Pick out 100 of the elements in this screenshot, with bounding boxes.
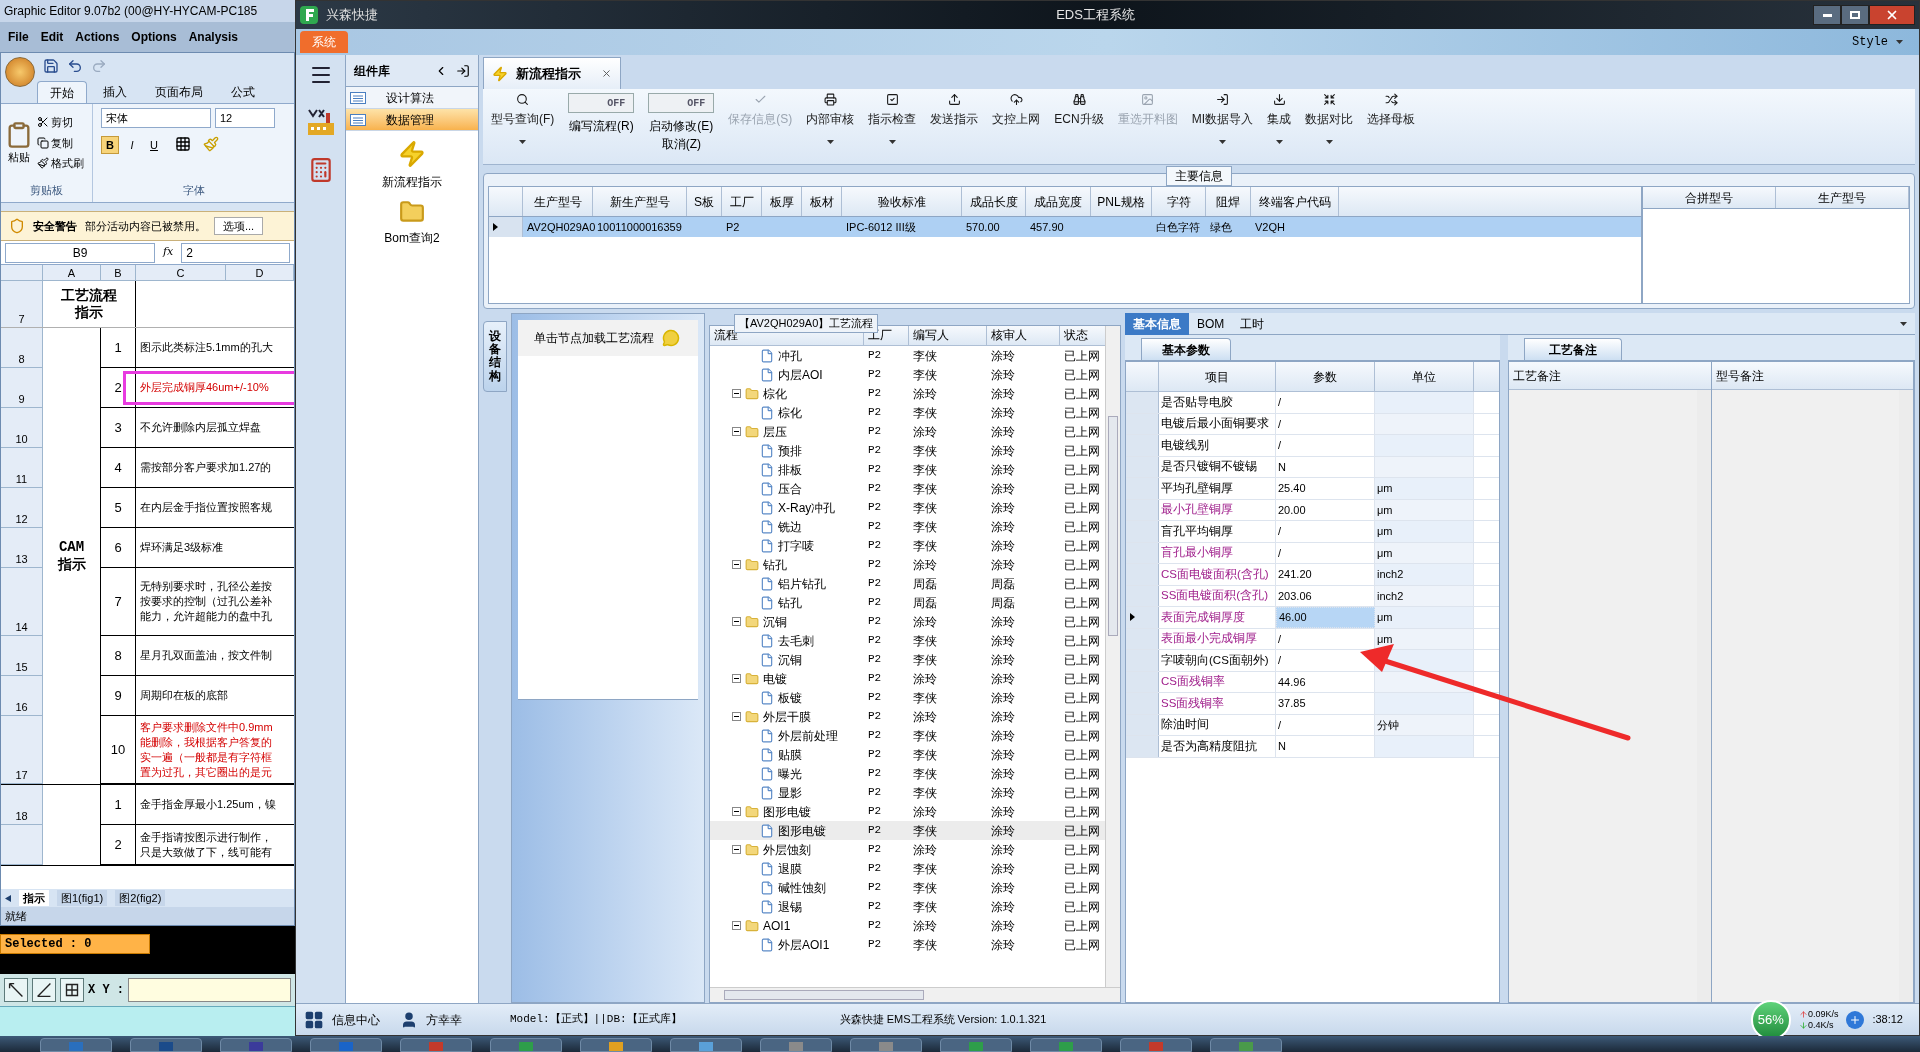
- format-painter-button[interactable]: 格式刷: [37, 155, 84, 172]
- menu-item[interactable]: Options: [131, 28, 177, 46]
- close-button[interactable]: [1869, 5, 1915, 25]
- toggle-switch[interactable]: OFF: [568, 93, 635, 113]
- table-row[interactable]: SS面残铜率 37.85: [1126, 693, 1499, 715]
- minus-box-icon[interactable]: [732, 712, 741, 721]
- toolbar-button[interactable]: 发送指示: [926, 93, 983, 128]
- panel-tab[interactable]: 基本参数: [1141, 338, 1231, 360]
- table-row[interactable]: CS面电镀面积(含孔) 241.20 inch2: [1126, 564, 1499, 586]
- copy-button[interactable]: 复制: [37, 134, 84, 151]
- angle-icon[interactable]: [32, 978, 56, 1002]
- minus-box-icon[interactable]: [732, 427, 741, 436]
- tree-row[interactable]: 打字唛 P2 李侠 涂玲 已上网: [710, 536, 1105, 555]
- tree-row[interactable]: 预排 P2 李侠 涂玲 已上网: [710, 441, 1105, 460]
- table-row[interactable]: 电镀线别 /: [1126, 435, 1499, 457]
- component-item[interactable]: 数据管理: [346, 109, 478, 131]
- table-row[interactable]: AV2QH029A0 10011000016359 P2 IPC-6012 III级 570.00 457.90 白色字符 绿色 V2QH: [489, 217, 1641, 237]
- table-row[interactable]: CS面残铜率 44.96: [1126, 671, 1499, 693]
- style-menu[interactable]: Style: [1852, 33, 1919, 51]
- tree-row[interactable]: 棕化 P2 李侠 涂玲 已上网: [710, 403, 1105, 422]
- taskbar-app-icon[interactable]: [580, 1038, 652, 1052]
- tree-row[interactable]: 去毛刺 P2 李侠 涂玲 已上网: [710, 631, 1105, 650]
- undo-icon[interactable]: [67, 58, 83, 74]
- tree-row[interactable]: 钻孔 P2 涂玲 涂玲 已上网: [710, 555, 1105, 574]
- tree-row[interactable]: 钻孔 P2 周磊 周磊 已上网: [710, 593, 1105, 612]
- table-row[interactable]: 盲孔最小铜厚 / μm: [1126, 542, 1499, 564]
- tree-row[interactable]: 压合 P2 李侠 涂玲 已上网: [710, 479, 1105, 498]
- toolbar-button[interactable]: 数据对比: [1301, 93, 1357, 144]
- fill-color-icon[interactable]: [203, 136, 219, 152]
- table-row[interactable]: 除油时间 / 分钟: [1126, 714, 1499, 736]
- taskbar-app-icon[interactable]: [130, 1038, 202, 1052]
- table-row[interactable]: 表面最小完成铜厚 / μm: [1126, 628, 1499, 650]
- sheet-tab[interactable]: 图1(fig1): [57, 889, 108, 907]
- minus-box-icon[interactable]: [732, 845, 741, 854]
- taskbar-app-icon[interactable]: [220, 1038, 292, 1052]
- office-button[interactable]: [5, 57, 35, 87]
- table-row[interactable]: 电镀后最小面铜要求 /: [1126, 413, 1499, 435]
- side-tab[interactable]: 设备结构: [483, 321, 507, 392]
- sheet-tab[interactable]: 图2(fig2): [115, 889, 166, 907]
- tree-row[interactable]: 碱性蚀刻 P2 李侠 涂玲 已上网: [710, 878, 1105, 897]
- tree-row[interactable]: 外层蚀刻 P2 涂玲 涂玲 已上网: [710, 840, 1105, 859]
- maximize-button[interactable]: [1841, 5, 1869, 25]
- ribbon-tab[interactable]: 开始: [37, 81, 87, 103]
- font-size-field[interactable]: 12: [215, 108, 275, 128]
- italic-button[interactable]: I: [123, 136, 141, 154]
- bold-button[interactable]: B: [101, 136, 119, 154]
- minus-box-icon[interactable]: [732, 807, 741, 816]
- close-icon[interactable]: [601, 68, 612, 79]
- toolbar-button[interactable]: 文控上网: [988, 93, 1045, 128]
- tree-row[interactable]: 图形电镀 P2 李侠 涂玲 已上网: [710, 821, 1105, 840]
- tree-row[interactable]: 层压 P2 涂玲 涂玲 已上网: [710, 422, 1105, 441]
- tree-row[interactable]: 退膜 P2 李侠 涂玲 已上网: [710, 859, 1105, 878]
- save-icon[interactable]: [43, 58, 59, 74]
- component-tool[interactable]: 新流程指示: [346, 139, 478, 191]
- table-row[interactable]: 最小孔壁铜厚 20.00 μm: [1126, 499, 1499, 521]
- minus-box-icon[interactable]: [732, 389, 741, 398]
- options-button[interactable]: 选项...: [214, 216, 264, 236]
- info-center-link[interactable]: 信息中心: [332, 1010, 380, 1029]
- toolbar-button[interactable]: 选择母板: [1363, 93, 1419, 128]
- document-tab[interactable]: 新流程指示: [483, 57, 621, 89]
- tree-row[interactable]: 冲孔 P2 李侠 涂玲 已上网: [710, 346, 1105, 365]
- tree-row[interactable]: AOI1 P2 涂玲 涂玲 已上网: [710, 916, 1105, 935]
- toolbar-button[interactable]: MI数据导入: [1187, 93, 1257, 144]
- table-row[interactable]: 是否贴导电胶 /: [1126, 392, 1499, 414]
- info-tab[interactable]: 工时: [1232, 312, 1273, 335]
- table-row[interactable]: 表面完成铜厚度 46.00 μm: [1126, 607, 1499, 629]
- info-tab[interactable]: 基本信息: [1125, 312, 1189, 335]
- font-name-field[interactable]: 宋体: [101, 108, 211, 128]
- tree-row[interactable]: 退锡 P2 李侠 涂玲 已上网: [710, 897, 1105, 916]
- factory-icon[interactable]: [305, 107, 336, 137]
- component-tool[interactable]: Bom查询2: [346, 199, 478, 247]
- vertical-scrollbar[interactable]: [1105, 326, 1120, 987]
- tree-row[interactable]: 沉铜 P2 李侠 涂玲 已上网: [710, 650, 1105, 669]
- tree-row[interactable]: X-Ray冲孔 P2 李侠 涂玲 已上网: [710, 498, 1105, 517]
- border-icon[interactable]: [175, 136, 191, 152]
- tree-row[interactable]: 板镀 P2 李侠 涂玲 已上网: [710, 688, 1105, 707]
- paste-button[interactable]: 粘贴: [5, 120, 33, 165]
- minus-box-icon[interactable]: [732, 921, 741, 930]
- tree-row[interactable]: 棕化 P2 涂玲 涂玲 已上网: [710, 384, 1105, 403]
- toolbar-button[interactable]: 集成: [1263, 93, 1295, 144]
- cut-button[interactable]: 剪切: [37, 114, 84, 131]
- table-row[interactable]: 是否为高精度阻抗 N: [1126, 736, 1499, 758]
- toggle-switch[interactable]: OFF: [648, 93, 715, 113]
- horizontal-scrollbar[interactable]: [710, 987, 1120, 1002]
- ribbon-tab[interactable]: 插入: [91, 81, 139, 103]
- formula-field[interactable]: 2: [181, 242, 290, 263]
- menu-item[interactable]: Edit: [40, 28, 64, 46]
- menu-item[interactable]: Analysis: [188, 28, 239, 46]
- name-box[interactable]: B9: [5, 242, 155, 263]
- tree-row[interactable]: 外层前处理 P2 李侠 涂玲 已上网: [710, 726, 1105, 745]
- component-item[interactable]: 设计算法: [346, 87, 478, 109]
- tree-row[interactable]: 外层AOI1 P2 李侠 涂玲 已上网: [710, 935, 1105, 954]
- minus-box-icon[interactable]: [732, 674, 741, 683]
- table-row[interactable]: 平均孔壁铜厚 25.40 μm: [1126, 478, 1499, 500]
- minus-box-icon[interactable]: [732, 560, 741, 569]
- menu-item[interactable]: File: [8, 28, 29, 46]
- grid-icon[interactable]: [304, 1009, 324, 1030]
- toolbar-button[interactable]: 指示检查: [864, 93, 921, 144]
- info-tab[interactable]: BOM: [1189, 312, 1233, 335]
- tree-row[interactable]: 贴膜 P2 李侠 涂玲 已上网: [710, 745, 1105, 764]
